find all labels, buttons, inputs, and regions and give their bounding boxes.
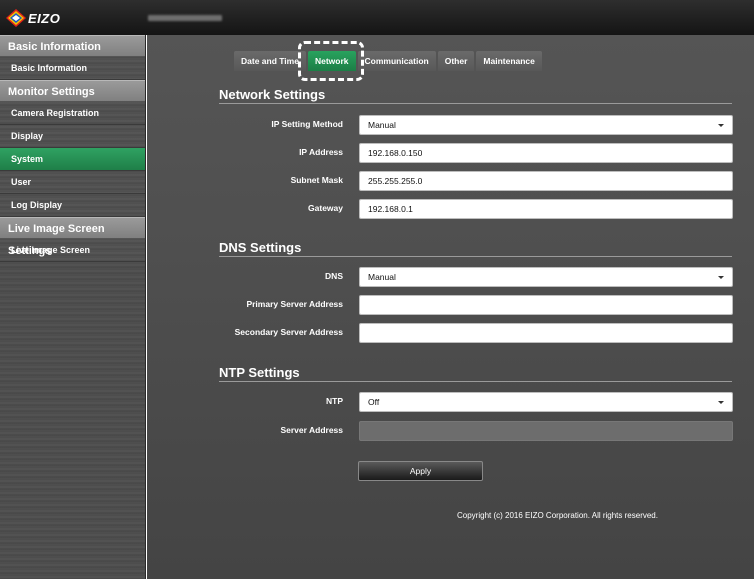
chevron-down-icon xyxy=(718,276,724,279)
ntp-server-address-field xyxy=(359,421,733,441)
primary-server-row: Primary Server Address xyxy=(147,295,754,315)
settings-tabs: Date and Time Network Communication Othe… xyxy=(234,51,544,71)
sidebar-item-live-image-screen[interactable]: Live Image Screen xyxy=(0,239,145,262)
tab-other[interactable]: Other xyxy=(437,51,475,71)
dns-label: DNS xyxy=(325,271,343,281)
section-divider xyxy=(219,381,732,382)
chevron-down-icon xyxy=(718,124,724,127)
secondary-server-address-label: Secondary Server Address xyxy=(234,327,343,337)
sidebar-item-system[interactable]: System xyxy=(0,148,145,171)
secondary-server-address-field[interactable] xyxy=(359,323,733,343)
network-settings-title: Network Settings xyxy=(219,87,326,102)
sidebar-item-display[interactable]: Display xyxy=(0,125,145,148)
ntp-settings-title: NTP Settings xyxy=(219,365,300,380)
ntp-select[interactable]: Off xyxy=(359,392,733,412)
sidebar-section-monitor-settings: Monitor Settings xyxy=(0,80,145,102)
tab-date-and-time[interactable]: Date and Time xyxy=(234,51,306,71)
ntp-row: NTP Off xyxy=(147,392,754,412)
subnet-mask-field[interactable]: 255.255.255.0 xyxy=(359,171,733,191)
ip-setting-method-value: Manual xyxy=(368,120,396,130)
ntp-value: Off xyxy=(368,397,380,407)
gateway-label: Gateway xyxy=(308,203,343,213)
dns-select[interactable]: Manual xyxy=(359,267,733,287)
tab-maintenance[interactable]: Maintenance xyxy=(476,51,542,71)
top-bar: EIZO xyxy=(0,0,754,35)
ip-setting-method-label: IP Setting Method xyxy=(271,119,343,129)
dns-settings-title: DNS Settings xyxy=(219,240,302,255)
secondary-server-row: Secondary Server Address xyxy=(147,323,754,343)
ip-setting-method-select[interactable]: Manual xyxy=(359,115,733,135)
sidebar-section-basic-information: Basic Information xyxy=(0,35,145,57)
subnet-mask-row: Subnet Mask 255.255.255.0 xyxy=(147,171,754,191)
ip-address-field[interactable]: 192.168.0.150 xyxy=(359,143,733,163)
sidebar-section-live-image-screen-settings: Live Image Screen Settings xyxy=(0,217,145,257)
tab-communication[interactable]: Communication xyxy=(357,51,436,71)
sidebar-item-basic-information[interactable]: Basic Information xyxy=(0,57,145,80)
copyright-text: Copyright (c) 2016 EIZO Corporation. All… xyxy=(457,511,658,520)
device-name-obscured xyxy=(148,15,222,21)
dns-row: DNS Manual xyxy=(147,267,754,287)
gateway-field[interactable]: 192.168.0.1 xyxy=(359,199,733,219)
sidebar: Basic Information Basic Information Moni… xyxy=(0,35,146,579)
gateway-row: Gateway 192.168.0.1 xyxy=(147,199,754,219)
brand-name: EIZO xyxy=(28,10,61,26)
eizo-logo-icon xyxy=(6,9,26,27)
ip-address-label: IP Address xyxy=(299,147,343,157)
ntp-server-address-label: Server Address xyxy=(280,425,343,435)
ip-setting-method-row: IP Setting Method Manual xyxy=(147,115,754,135)
sidebar-item-user[interactable]: User xyxy=(0,171,145,194)
chevron-down-icon xyxy=(718,401,724,404)
primary-server-address-field[interactable] xyxy=(359,295,733,315)
network-tab-highlight xyxy=(298,41,364,81)
apply-button[interactable]: Apply xyxy=(358,461,483,481)
section-divider xyxy=(219,103,732,104)
primary-server-address-label: Primary Server Address xyxy=(246,299,343,309)
ip-address-row: IP Address 192.168.0.150 xyxy=(147,143,754,163)
main-panel: Date and Time Network Communication Othe… xyxy=(147,35,754,579)
section-divider xyxy=(219,256,732,257)
dns-value: Manual xyxy=(368,272,396,282)
ntp-label: NTP xyxy=(326,396,343,406)
ntp-server-row: Server Address xyxy=(147,421,754,441)
sidebar-item-camera-registration[interactable]: Camera Registration xyxy=(0,102,145,125)
sidebar-item-log-display[interactable]: Log Display xyxy=(0,194,145,217)
subnet-mask-label: Subnet Mask xyxy=(290,175,343,185)
brand-logo: EIZO xyxy=(6,9,60,27)
